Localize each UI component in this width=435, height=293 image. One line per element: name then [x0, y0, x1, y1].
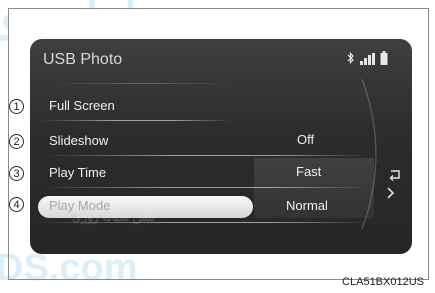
display-screen: USB Photo Full Screen Slideshow Off Play… [30, 39, 412, 254]
menu-item-play-time[interactable]: Play Time [49, 165, 106, 180]
bluetooth-icon [347, 52, 354, 64]
return-icon[interactable] [382, 162, 408, 188]
menu-item-slideshow[interactable]: Slideshow [49, 133, 108, 148]
callout-1: 1 [9, 99, 24, 114]
menu-divider [40, 187, 370, 188]
figure-code: CLA51BX012US [342, 276, 424, 288]
screen-title: USB Photo [43, 51, 123, 68]
chevron-right-icon[interactable] [386, 186, 396, 200]
battery-icon [380, 51, 388, 65]
edge-arc [361, 79, 377, 229]
menu-divider [40, 120, 230, 121]
play-mode-value: Normal [286, 198, 328, 213]
slideshow-value: Off [297, 132, 315, 147]
menu-divider [40, 155, 370, 156]
menu-item-full-screen[interactable]: Full Screen [49, 98, 115, 113]
signal-icon [360, 53, 375, 65]
menu-item-play-mode[interactable]: Play Mode [49, 198, 110, 213]
status-bar [347, 51, 388, 65]
play-time-value: Fast [296, 164, 322, 179]
callout-4: 4 [9, 197, 24, 212]
callout-2: 2 [9, 134, 24, 149]
callout-3: 3 [9, 166, 24, 181]
menu-divider [40, 222, 370, 223]
title-divider [52, 83, 232, 84]
